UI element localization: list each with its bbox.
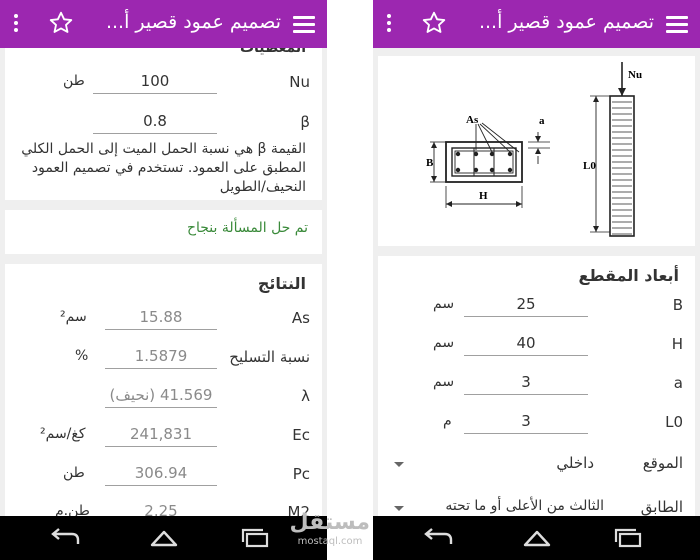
back-icon[interactable] [48, 527, 82, 549]
beta-label: β [300, 113, 310, 131]
result-value: 41.569 (نحيف) [105, 384, 217, 408]
more-vert-icon[interactable] [13, 14, 19, 34]
l0-label: L0 [583, 160, 596, 172]
left-phone-screen: المعطيات Nu 100 طن β 0.8 القيمة β هي نسب… [0, 0, 327, 560]
watermark-url: mostaql.com [297, 536, 363, 547]
result-row-lambda: λ 41.569 (نحيف) [5, 380, 322, 416]
app-title: تصميم عمود قصير أ... [478, 11, 654, 33]
dim-input[interactable]: 40 [464, 332, 588, 356]
beta-row: β 0.8 [5, 106, 322, 142]
b-label: B [426, 157, 434, 169]
dropdown-arrow-icon [394, 462, 404, 467]
dim-input[interactable]: 3 [464, 410, 588, 434]
beta-note: القيمة β هي نسبة الحمل الميت إلى الحمل ا… [21, 141, 306, 195]
result-unit: كغ/سم² [40, 426, 86, 442]
back-icon[interactable] [421, 527, 455, 549]
dim-row-b: B 25 سم [378, 289, 695, 325]
location-label: الموقع [642, 454, 683, 472]
app-bar: تصميم عمود قصير أ... [0, 0, 327, 48]
result-label: Pc [292, 465, 310, 483]
nu-label: Nu [289, 73, 310, 91]
dim-input[interactable]: 3 [464, 371, 588, 395]
result-unit: طن [63, 465, 85, 481]
mostaql-watermark: مستقل mostaql.com [290, 510, 370, 560]
result-unit: % [75, 348, 89, 364]
recent-apps-icon[interactable] [611, 527, 645, 549]
result-label: نسبة التسليح [229, 348, 310, 366]
android-nav-bar [0, 516, 327, 560]
h-label: H [479, 190, 488, 202]
as-label: As [466, 114, 479, 126]
home-icon[interactable] [144, 527, 184, 549]
right-phone-screen: As a B H Nu L0 أبعاد المقطع B 25 سم H 40… [373, 0, 700, 560]
dims-title: أبعاد المقطع [578, 266, 679, 285]
dim-label: B [672, 296, 683, 314]
result-value: 306.94 [105, 462, 217, 486]
nu-label: Nu [628, 69, 642, 81]
dim-row-a: a 3 سم [378, 367, 695, 403]
result-label: λ [301, 387, 310, 405]
app-bar: تصميم عمود قصير أ... [373, 0, 700, 48]
app-title: تصميم عمود قصير أ... [105, 11, 281, 33]
nu-input[interactable]: 100 [93, 70, 217, 94]
dim-input[interactable]: 25 [464, 293, 588, 317]
floor-label: الطابق [640, 498, 683, 516]
star-icon[interactable] [48, 10, 74, 36]
more-vert-icon[interactable] [386, 14, 392, 34]
dropdown-arrow-icon [394, 506, 404, 511]
recent-apps-icon[interactable] [238, 527, 272, 549]
dim-row-h: H 40 سم [378, 328, 695, 364]
result-row-pc: Pc 306.94 طن [5, 458, 322, 494]
location-value: داخلي [556, 454, 594, 472]
beta-input[interactable]: 0.8 [93, 110, 217, 134]
result-label: Ec [292, 426, 310, 444]
dim-label: L0 [665, 413, 683, 431]
hamburger-menu-icon[interactable] [293, 12, 315, 36]
result-label: As [291, 309, 310, 327]
dim-label: H [671, 335, 683, 353]
dim-unit: سم [433, 374, 455, 390]
column-section-diagram: As a B H Nu L0 [426, 62, 642, 237]
dim-unit: م [443, 413, 452, 429]
result-row-ratio: نسبة التسليح 1.5879 % [5, 341, 322, 377]
result-value: 241,831 [105, 423, 217, 447]
result-row-as: As 15.88 سم² [5, 302, 322, 338]
nu-unit: طن [63, 73, 85, 89]
floor-value: الثالث من الأعلى أو ما تحته [445, 498, 604, 514]
a-label: a [539, 115, 545, 127]
result-unit: سم² [60, 309, 87, 325]
location-row: الموقع داخلي [378, 448, 695, 484]
watermark-logo-text: مستقل [289, 510, 370, 535]
results-title: النتائج [257, 274, 306, 293]
android-nav-bar [373, 516, 700, 560]
nu-row: Nu 100 طن [5, 66, 322, 102]
dim-row-l0: L0 3 م [378, 406, 695, 442]
result-value: 1.5879 [105, 345, 217, 369]
location-select[interactable]: داخلي [394, 448, 594, 478]
home-icon[interactable] [517, 527, 557, 549]
result-row-ec: Ec 241,831 كغ/سم² [5, 419, 322, 455]
dimensions-card: أبعاد المقطع B 25 سم H 40 سم a 3 سم L0 3… [378, 256, 695, 520]
hamburger-menu-icon[interactable] [666, 12, 688, 36]
inputs-card: المعطيات Nu 100 طن β 0.8 القيمة β هي نسب… [5, 40, 322, 200]
diagram-card: As a B H Nu L0 [378, 56, 695, 246]
result-value: 15.88 [105, 306, 217, 330]
dim-label: a [673, 374, 683, 392]
star-icon[interactable] [421, 10, 447, 36]
dim-unit: سم [433, 296, 455, 312]
success-card: تم حل المسألة بنجاح [5, 210, 322, 254]
dim-unit: سم [433, 335, 455, 351]
results-card: النتائج As 15.88 سم² نسبة التسليح 1.5879… [5, 264, 322, 524]
success-message: تم حل المسألة بنجاح [186, 220, 308, 236]
